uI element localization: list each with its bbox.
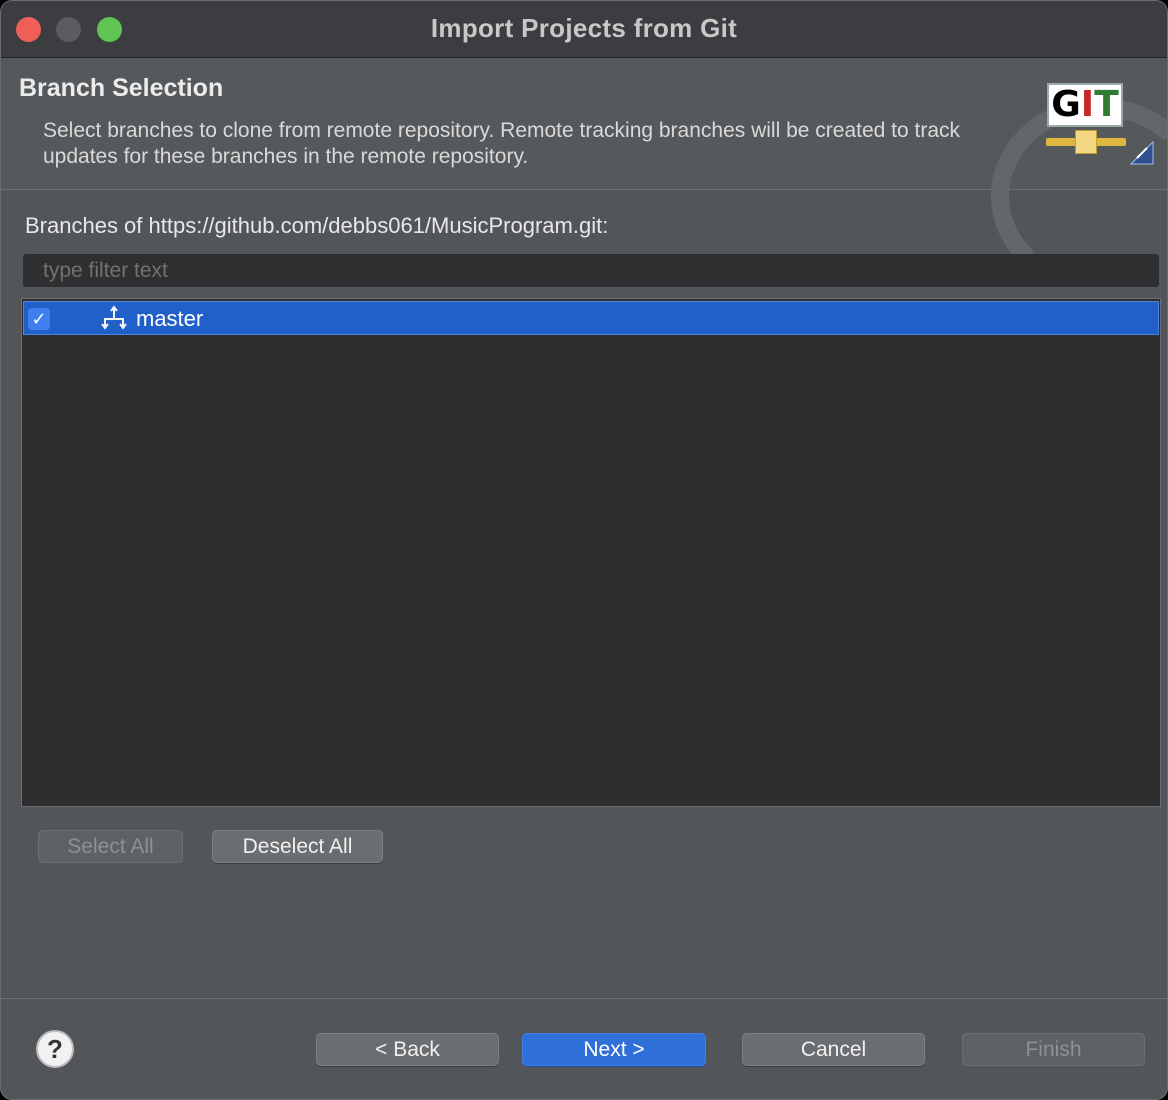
branch-icon [101,305,127,330]
pipe-connector-icon [1075,130,1097,154]
cancel-button[interactable]: Cancel [742,1033,925,1066]
branch-row-master[interactable]: ✓ master [23,301,1159,335]
branch-name: master [136,306,204,331]
page-description: Select branches to clone from remote rep… [43,119,961,168]
import-dialog: Import Projects from Git Branch Selectio… [0,0,1168,1100]
title-bar: Import Projects from Git [1,1,1167,58]
git-wizard-banner: GIT [991,58,1167,294]
page-title: Branch Selection [19,74,224,102]
wizard-header: Branch Selection Select branches to clon… [1,58,1167,294]
branch-checkbox[interactable]: ✓ [28,308,50,330]
import-arrow-icon [1129,140,1154,165]
filter-input[interactable] [23,254,1159,287]
window-title: Import Projects from Git [430,13,738,43]
branch-list[interactable]: ✓ master [21,298,1161,807]
select-all-button[interactable]: Select All [38,830,183,863]
footer-divider [1,998,1167,999]
deselect-all-button[interactable]: Deselect All [212,830,383,863]
branches-label: Branches of https://github.com/debbs061/… [25,213,609,238]
back-button[interactable]: < Back [316,1033,499,1066]
finish-button[interactable]: Finish [962,1033,1145,1066]
git-logo-icon: GIT [1047,83,1123,127]
next-button[interactable]: Next > [522,1033,706,1066]
help-icon[interactable]: ? [36,1030,74,1068]
